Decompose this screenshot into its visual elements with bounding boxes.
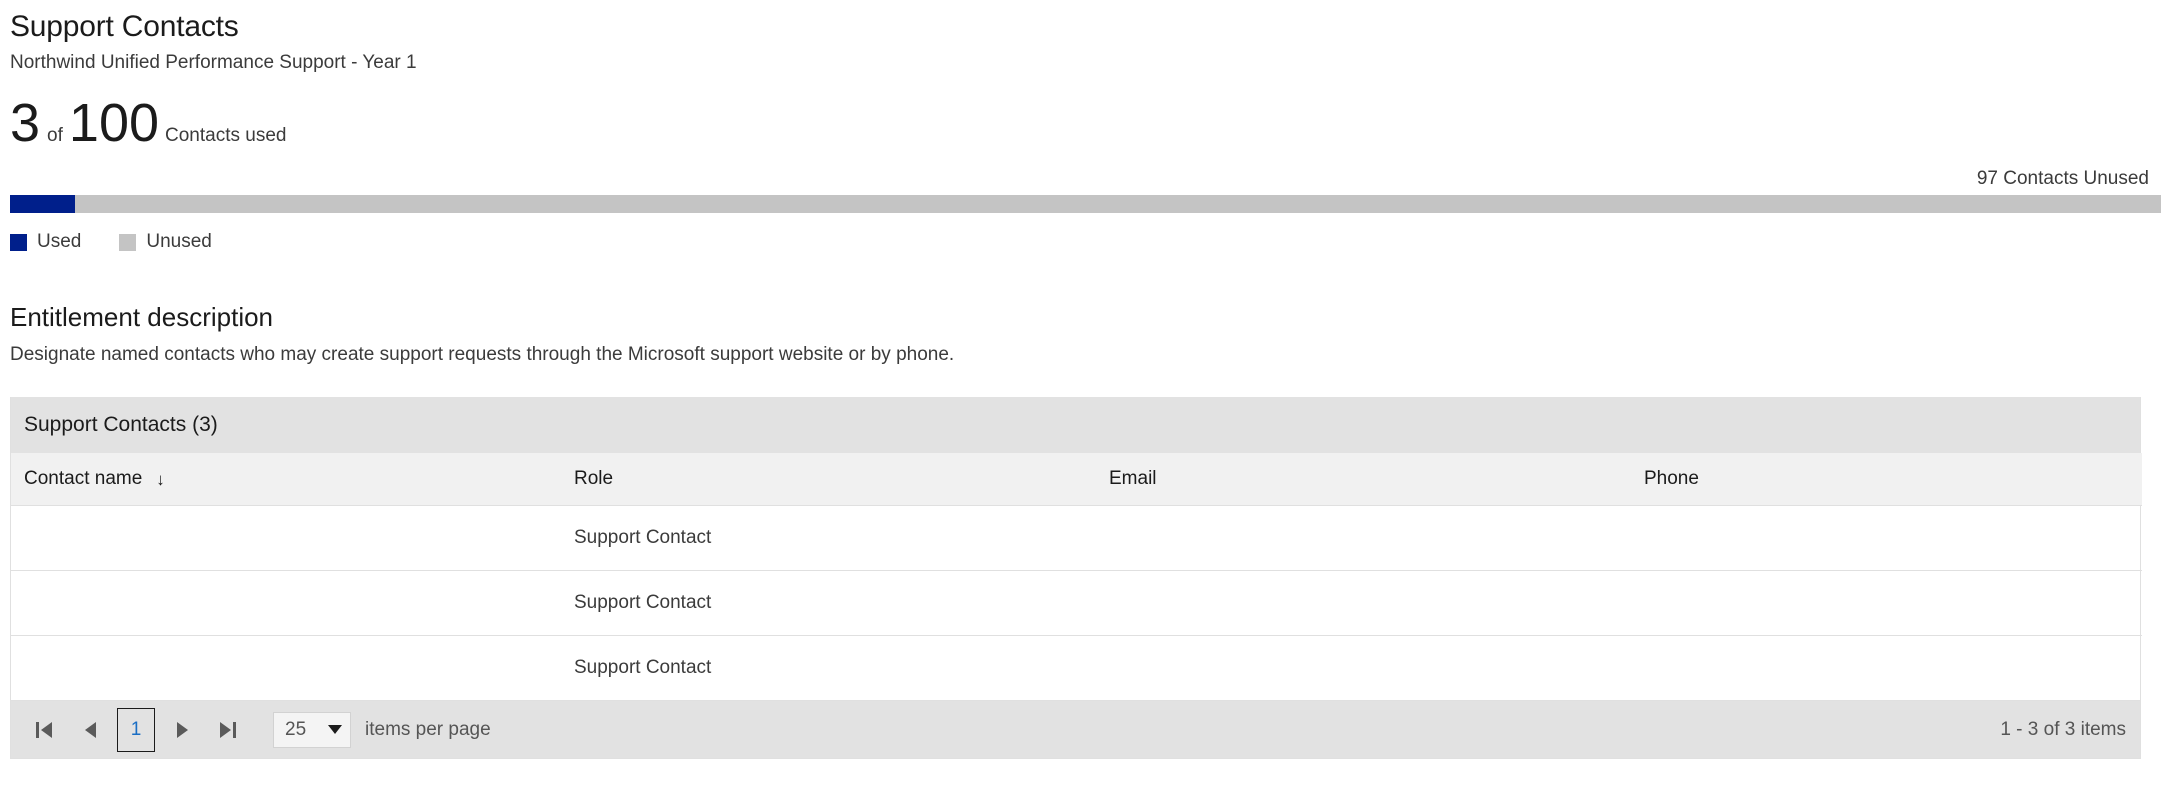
cell-role: Support Contact: [561, 505, 1096, 571]
legend-item-unused: Unused: [119, 231, 212, 253]
entitlement-description-title: Entitlement description: [10, 302, 274, 332]
page-title: Support Contacts: [10, 10, 239, 43]
cell-phone: [1631, 570, 2142, 636]
legend-item-used: Used: [10, 231, 81, 253]
legend-label-unused: Unused: [146, 231, 212, 252]
legend-swatch-used-icon: [10, 233, 27, 251]
legend-swatch-unused-icon: [119, 233, 137, 251]
entitlement-description-text: Designate named contacts who may create …: [10, 344, 955, 365]
first-page-button[interactable]: [21, 707, 67, 753]
next-page-button[interactable]: [159, 707, 205, 753]
unused-caption: 97 Contacts Unused: [1976, 168, 2149, 189]
usage-summary: 3 of 100 Contacts used: [10, 95, 2161, 151]
column-header-contact-name[interactable]: Contact name ↓: [11, 453, 561, 506]
go-to-first-page-icon: [36, 721, 52, 738]
sort-descending-icon: ↓: [156, 469, 165, 489]
table-body: Support Contact Support Contact Support …: [11, 505, 2142, 701]
table-row[interactable]: Support Contact: [11, 505, 2142, 571]
go-to-previous-page-icon: [84, 721, 96, 738]
page-subtitle: Northwind Unified Performance Support - …: [10, 52, 417, 73]
cell-role: Support Contact: [574, 657, 712, 678]
usage-progress-fill: [10, 195, 75, 213]
previous-page-button[interactable]: [67, 707, 113, 753]
table-row[interactable]: Support Contact: [11, 570, 2142, 636]
page-size-label: items per page: [365, 718, 491, 740]
column-header-role[interactable]: Role: [561, 453, 1096, 506]
usage-used-count: 3: [10, 93, 41, 153]
usage-legend: Used Unused: [10, 231, 2161, 253]
usage-of-word: of: [47, 125, 63, 146]
grid-toolbar: Support Contacts (3): [11, 397, 2140, 453]
grid-pager: 1 25 items per page 1 - 3 of 3 items: [11, 700, 2140, 758]
cell-phone: [1631, 505, 2142, 571]
cell-contact-name: [11, 636, 561, 701]
last-page-button[interactable]: [205, 707, 251, 753]
usage-total-count: 100: [68, 93, 160, 153]
support-contacts-grid: Support Contacts (3) Contact name ↓ Role…: [10, 397, 2142, 759]
page-size-select[interactable]: 25: [273, 711, 351, 748]
table-header-row: Contact name ↓ Role Email Phone: [11, 453, 2142, 506]
table-row[interactable]: Support Contact: [11, 636, 2142, 701]
page-size-value: 25: [285, 718, 307, 740]
pager-range-info: 1 - 3 of 3 items: [2000, 718, 2126, 740]
cell-role: Support Contact: [561, 570, 1096, 636]
column-header-phone-label: Phone: [1644, 468, 1699, 489]
go-to-last-page-icon: [220, 721, 236, 738]
chevron-down-icon: [328, 725, 342, 734]
column-header-phone[interactable]: Phone: [1631, 453, 2142, 506]
cell-email: [1096, 505, 1631, 571]
grid-title: Support Contacts (3): [24, 413, 218, 436]
column-header-email[interactable]: Email: [1096, 453, 1631, 506]
cell-contact-name: [11, 570, 561, 636]
column-header-contact-name-label: Contact name: [24, 468, 143, 489]
column-header-email-label: Email: [1109, 468, 1157, 489]
cell-phone: [1631, 636, 2142, 701]
usage-progress-bar: [10, 195, 2161, 213]
usage-label: Contacts used: [165, 125, 287, 146]
table-header: Contact name ↓ Role Email Phone: [11, 453, 2142, 506]
page-number-button-1[interactable]: 1: [117, 707, 155, 752]
cell-email: [1096, 636, 1631, 701]
contacts-table: Contact name ↓ Role Email Phone Support …: [11, 453, 2142, 700]
cell-contact-name: [11, 505, 561, 571]
legend-label-used: Used: [37, 231, 82, 252]
cell-email: [1096, 570, 1631, 636]
go-to-next-page-icon: [176, 721, 188, 738]
column-header-role-label: Role: [574, 468, 614, 489]
support-contacts-page: Support Contacts Northwind Unified Perfo…: [0, 0, 2171, 811]
